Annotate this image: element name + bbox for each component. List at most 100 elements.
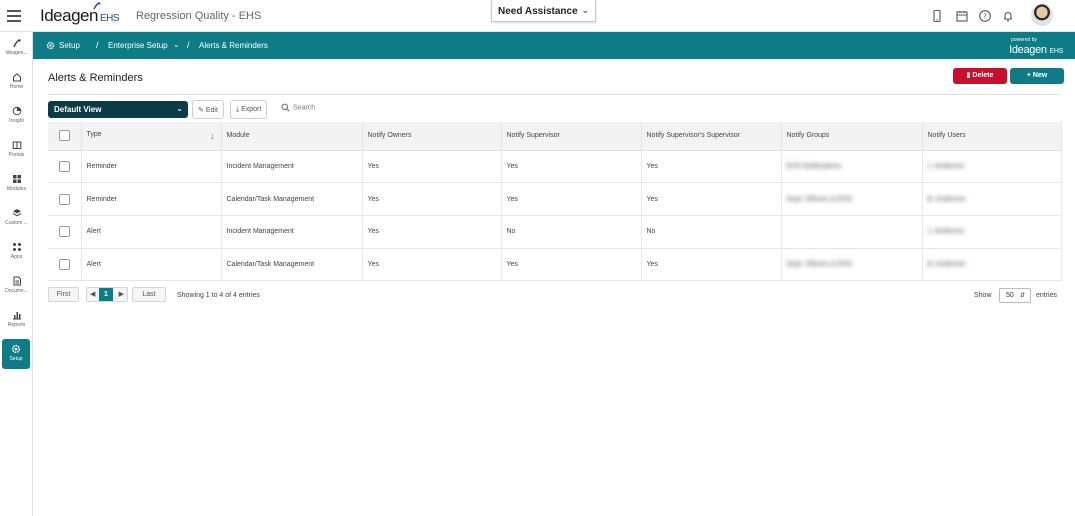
column-header-notify-supervisor[interactable]: Notify Supervisor [501, 122, 642, 151]
sidebar-item-label: Custom ... [5, 220, 28, 226]
next-page-icon[interactable]: ▶ [119, 288, 124, 301]
page-title: Alerts & Reminders [48, 72, 143, 84]
column-header-module[interactable]: Module [221, 122, 363, 151]
sidebar-item-label: Portals [8, 152, 25, 158]
breadcrumb-current: Alerts & Reminders [199, 41, 268, 50]
notify-groups-cell [781, 215, 923, 249]
page-size-select[interactable]: 50 ⇵ [999, 288, 1031, 303]
notify-owners-cell: Yes [362, 215, 502, 249]
brand-logo[interactable]: Ideagen EHS [40, 2, 120, 26]
row-checkbox[interactable] [59, 193, 70, 205]
notify-owners-cell: Yes [362, 150, 502, 184]
row-checkbox[interactable] [59, 258, 70, 270]
powered-brand: Ideagen [1009, 44, 1047, 56]
type-link[interactable]: Alert [81, 248, 222, 282]
select-all-cell [48, 122, 82, 151]
notify-sup-sup-cell: Yes [641, 248, 782, 282]
app-title: Regression Quality - EHS [136, 10, 262, 22]
page-size-value: 50 [1006, 292, 1014, 299]
new-label: New [1032, 72, 1048, 79]
help-icon[interactable]: ? [978, 9, 992, 23]
svg-text:?: ? [983, 13, 987, 21]
plus-icon: + [1026, 72, 1031, 79]
apps-icon [12, 243, 21, 251]
showing-entries-text: Showing 1 to 4 of 4 entries [177, 292, 260, 299]
module-cell: Incident Management [221, 215, 363, 249]
breadcrumb-separator: / [96, 40, 99, 50]
hamburger-menu-icon[interactable] [7, 10, 21, 22]
notify-sup-sup-cell: No [641, 215, 782, 249]
column-header-type[interactable]: Type ↓ [81, 122, 222, 151]
view-select[interactable]: Default View ⌄ [48, 101, 188, 118]
table-header-row: Type ↓ Module Notify Owners Notify Superv… [48, 122, 1062, 151]
sidebar-item-apps[interactable]: Apps [0, 242, 33, 272]
sidebar-item-custom[interactable]: Custom ... [0, 208, 33, 238]
user-avatar[interactable] [1031, 4, 1053, 26]
sidebar-item-insight[interactable]: Insight [0, 106, 33, 136]
trash-icon: ▮ [966, 72, 971, 79]
table-row: Alert Incident Management Yes No No J. A… [48, 215, 1062, 249]
bell-icon[interactable] [1001, 9, 1015, 23]
column-type-label: Type [86, 130, 102, 138]
last-page-button[interactable]: Last [132, 287, 166, 302]
ideagen-icon [12, 39, 21, 48]
sidebar-item-portals[interactable]: Portals [0, 140, 33, 170]
first-page-button[interactable]: First [48, 287, 79, 302]
notify-groups-cell: Dept. Officers & EHS [781, 248, 923, 282]
notify-groups-cell: EHS Notifications [781, 150, 923, 184]
brand-suffix: EHS [99, 13, 120, 24]
sidebar-item-ideagen[interactable]: Ideagen... [0, 38, 33, 68]
chevron-down-icon[interactable]: ⌄ [173, 40, 180, 49]
sidebar-item-documents[interactable]: Docume... [0, 276, 33, 306]
delete-button[interactable]: ▮ Delete [953, 68, 1007, 84]
export-button[interactable]: ⤓ Export [230, 100, 268, 119]
chevron-down-icon: ⌄ [581, 5, 589, 15]
mobile-icon[interactable] [930, 9, 944, 23]
sidebar-item-label: Apps [10, 254, 23, 260]
breadcrumb-separator: / [187, 40, 190, 50]
sidebar-item-reports[interactable]: Reports [0, 310, 33, 340]
notify-users-cell: J. Anderson [922, 150, 1062, 184]
notify-sup-sup-cell: Yes [641, 182, 782, 216]
breadcrumb-setup[interactable]: Setup [59, 41, 80, 50]
sidebar-item-label: Docume... [5, 288, 28, 294]
edit-button[interactable]: ✎ Edit [192, 100, 224, 119]
row-checkbox-cell [48, 182, 82, 216]
column-header-notify-owners[interactable]: Notify Owners [362, 122, 502, 151]
prev-page-icon[interactable]: ◀ [90, 288, 95, 301]
sidebar-item-setup[interactable]: Setup [2, 339, 30, 369]
page-1-button[interactable]: 1 [99, 288, 113, 301]
notify-groups-cell: Dept. Officers & EHS [781, 182, 923, 216]
table-row: Reminder Incident Management Yes Yes Yes… [48, 150, 1062, 184]
notify-owners-cell: Yes [362, 248, 502, 282]
document-icon [13, 276, 21, 286]
need-assistance-dropdown[interactable]: Need Assistance ⌄ [491, 0, 596, 22]
row-checkbox[interactable] [59, 160, 70, 172]
column-header-notify-groups[interactable]: Notify Groups [781, 122, 923, 151]
search-input[interactable]: Search [281, 103, 315, 112]
brand-spark-icon [93, 2, 101, 10]
module-cell: Calendar/Task Management [221, 248, 363, 282]
column-header-notify-supervisors-supervisor[interactable]: Notify Supervisor's Supervisor [641, 122, 782, 151]
notify-users-cell: B. Anderson [922, 248, 1062, 282]
calendar-icon[interactable] [955, 9, 969, 23]
type-link[interactable]: Alert [81, 215, 222, 249]
notify-supervisor-cell: Yes [501, 150, 642, 184]
powered-by-label: powered by [1011, 37, 1037, 43]
sidebar-item-modules[interactable]: Modules [0, 174, 33, 204]
chevron-updown-icon: ⇵ [1019, 293, 1025, 299]
sidebar-item-home[interactable]: Home [0, 72, 33, 102]
search-icon [281, 103, 290, 112]
select-all-checkbox[interactable] [59, 130, 70, 142]
row-checkbox[interactable] [59, 226, 70, 238]
column-header-notify-users[interactable]: Notify Users [922, 122, 1062, 151]
new-button[interactable]: + New [1010, 68, 1064, 84]
type-link[interactable]: Reminder [81, 150, 222, 184]
sidebar-item-label: Reports [7, 322, 26, 328]
sort-down-icon[interactable]: ↓ [210, 131, 215, 141]
sidebar-item-label: Home [9, 84, 24, 90]
custom-icon [12, 209, 21, 217]
type-link[interactable]: Reminder [81, 182, 222, 216]
breadcrumb-enterprise-setup[interactable]: Enterprise Setup [108, 41, 168, 50]
download-icon: ⤓ [236, 106, 240, 113]
